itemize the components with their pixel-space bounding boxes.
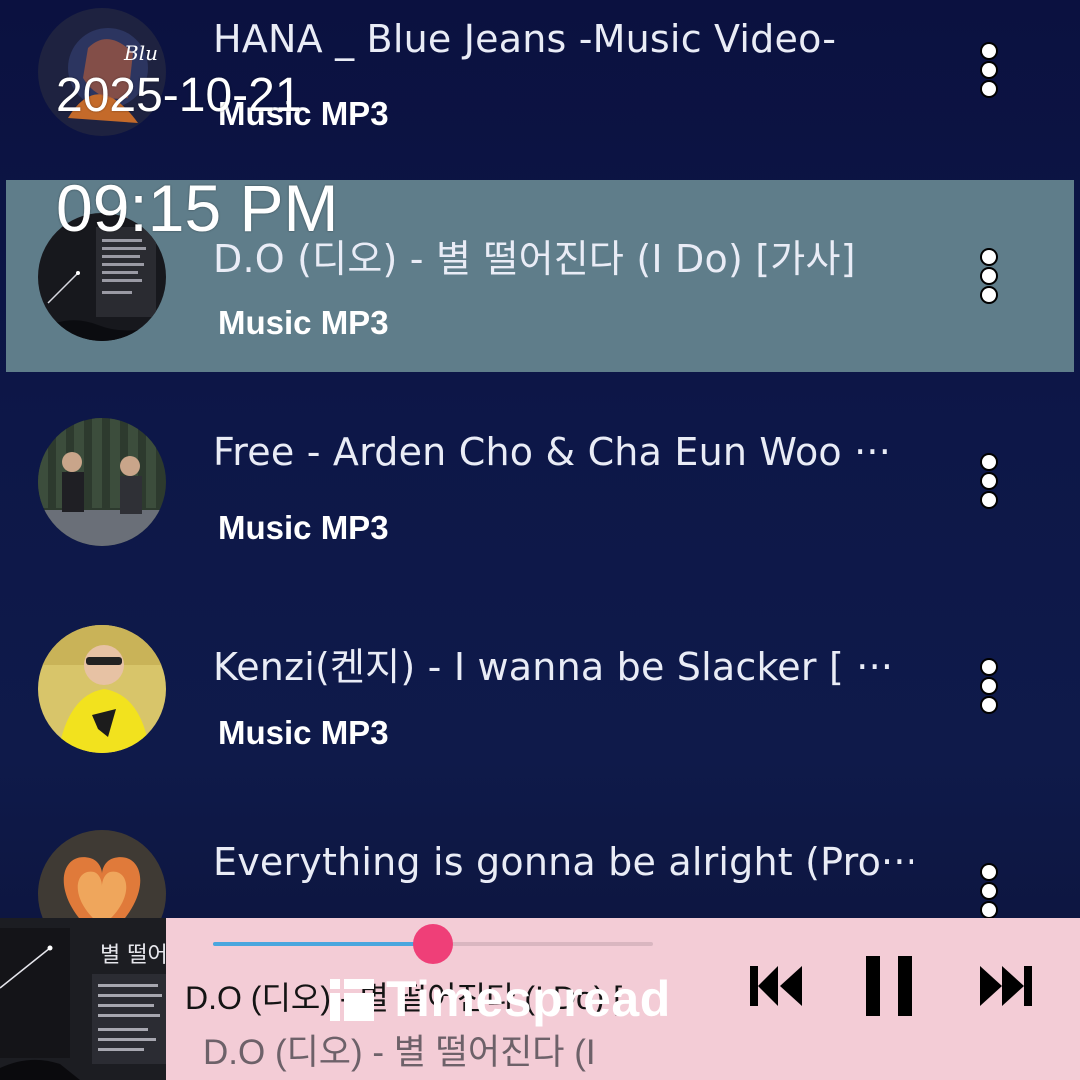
seek-bar-progress	[213, 942, 433, 946]
seek-bar-handle[interactable]	[413, 924, 453, 964]
more-options-icon[interactable]	[978, 44, 1000, 96]
more-options-icon[interactable]	[978, 660, 1000, 712]
seek-bar[interactable]	[213, 924, 653, 964]
time-overlay: 09:15 PM	[56, 171, 339, 245]
song-subtitle: Music MP3	[218, 714, 389, 751]
date-overlay: 2025-10-21	[56, 69, 302, 122]
now-playing-subtitle: D.O (디오) - 별 떨어진다 (I	[203, 1033, 596, 1072]
svg-text:Blu: Blu	[123, 41, 158, 65]
song-subtitle: Music MP3	[218, 304, 389, 341]
pause-icon[interactable]	[862, 952, 918, 1024]
next-icon[interactable]	[978, 958, 1038, 1018]
more-options-icon[interactable]	[978, 865, 1000, 917]
timespread-logo-icon	[330, 979, 374, 1021]
song-subtitle: Music MP3	[218, 509, 389, 546]
song-title: Kenzi(켄지) - I wanna be Slacker [ ···	[213, 645, 894, 689]
song-title: Everything is gonna be alright (Pro···	[213, 840, 913, 884]
song-thumbnail	[38, 418, 166, 546]
watermark-text: Timespread	[386, 971, 671, 1027]
song-list: Blu HANA _ Blue Jeans -Music Video- Musi…	[0, 0, 1080, 958]
more-options-icon[interactable]	[978, 250, 1000, 302]
song-title: HANA _ Blue Jeans -Music Video-	[213, 17, 837, 61]
now-playing-artwork[interactable]: 별 떨어	[0, 918, 166, 1080]
song-thumbnail	[38, 625, 166, 753]
song-title: Free - Arden Cho & Cha Eun Woo ···	[213, 430, 891, 474]
song-row[interactable]: Free - Arden Cho & Cha Eun Woo ··· Music…	[0, 385, 1080, 590]
svg-text:별 떨어: 별 떨어	[100, 943, 166, 968]
watermark: Timespread	[330, 970, 671, 1028]
previous-icon[interactable]	[748, 958, 804, 1018]
song-row[interactable]: Kenzi(켄지) - I wanna be Slacker [ ··· Mus…	[0, 592, 1080, 797]
more-options-icon[interactable]	[978, 455, 1000, 507]
